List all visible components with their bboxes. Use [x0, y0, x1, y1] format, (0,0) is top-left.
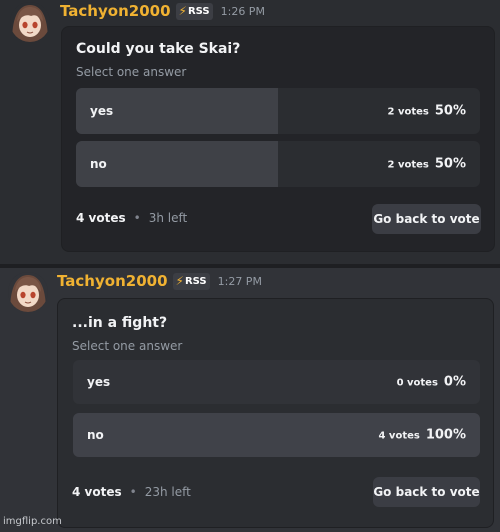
poll-option-label: no [90, 157, 107, 171]
username[interactable]: Tachyon2000 [57, 272, 168, 290]
poll-option-label: no [87, 428, 104, 442]
poll-option-result: 2 votes 50% [388, 157, 466, 172]
poll-option-percent: 0% [443, 374, 466, 390]
separator-dot: • [133, 211, 141, 225]
badge-label: RSS [184, 275, 207, 287]
message-header: Tachyon2000 ⚡ RSS 1:27 PM [57, 272, 262, 290]
poll-option-yes[interactable]: yes 2 votes 50% [76, 88, 480, 134]
poll-option-votes: 2 votes [387, 106, 429, 118]
timestamp: 1:26 PM [220, 4, 265, 18]
poll-option-percent: 50% [434, 156, 466, 172]
go-back-to-vote-button[interactable]: Go back to vote [372, 204, 481, 234]
poll-option-no[interactable]: no 2 votes 50% [76, 141, 480, 187]
poll-card: Could you take Skai? Select one answer y… [61, 26, 495, 252]
message: Tachyon2000 ⚡ RSS 1:26 PM Could you take… [0, 0, 500, 264]
poll-option-result: 2 votes 50% [388, 104, 466, 119]
poll-total-votes[interactable]: 4 votes [72, 485, 122, 499]
timestamp: 1:27 PM [217, 274, 262, 288]
poll-option-percent: 100% [425, 427, 466, 443]
go-back-to-vote-button[interactable]: Go back to vote [373, 477, 480, 507]
poll-footer: 4 votes • 23h left [72, 485, 191, 499]
avatar-icon [8, 272, 48, 312]
poll-question: Could you take Skai? [76, 41, 241, 57]
poll-card: ...in a fight? Select one answer yes 0 v… [57, 298, 494, 528]
poll-option-label: yes [87, 375, 111, 389]
username[interactable]: Tachyon2000 [60, 2, 171, 20]
separator-dot: • [129, 485, 137, 499]
badge-label: RSS [187, 5, 210, 17]
poll-subtitle: Select one answer [76, 65, 187, 79]
poll-option-percent: 50% [434, 103, 466, 119]
message-header: Tachyon2000 ⚡ RSS 1:26 PM [60, 2, 265, 20]
app-badge: ⚡ RSS [175, 2, 213, 20]
poll-time-left: 3h left [148, 211, 188, 225]
poll-option-no[interactable]: no 4 votes 100% [73, 413, 480, 457]
avatar[interactable] [10, 2, 50, 42]
poll-option-votes: 0 votes [396, 377, 438, 389]
poll-option-votes: 4 votes [378, 430, 420, 442]
avatar[interactable] [8, 272, 48, 312]
poll-option-votes: 2 votes [387, 159, 429, 171]
poll-total-votes[interactable]: 4 votes [76, 211, 126, 225]
poll-option-result: 4 votes 100% [378, 428, 466, 443]
avatar-icon [10, 2, 50, 42]
poll-option-label: yes [90, 104, 114, 118]
poll-option-result: 0 votes 0% [397, 375, 466, 390]
poll-time-left: 23h left [144, 485, 191, 499]
bolt-icon: ⚡ [178, 4, 187, 18]
poll-footer: 4 votes • 3h left [76, 211, 187, 225]
poll-subtitle: Select one answer [72, 339, 183, 353]
bolt-icon: ⚡ [175, 274, 184, 288]
message: Tachyon2000 ⚡ RSS 1:27 PM ...in a fight?… [0, 268, 500, 532]
poll-question: ...in a fight? [72, 315, 168, 331]
poll-option-yes[interactable]: yes 0 votes 0% [73, 360, 480, 404]
app-badge: ⚡ RSS [172, 272, 210, 290]
watermark: imgflip.com [3, 516, 62, 527]
